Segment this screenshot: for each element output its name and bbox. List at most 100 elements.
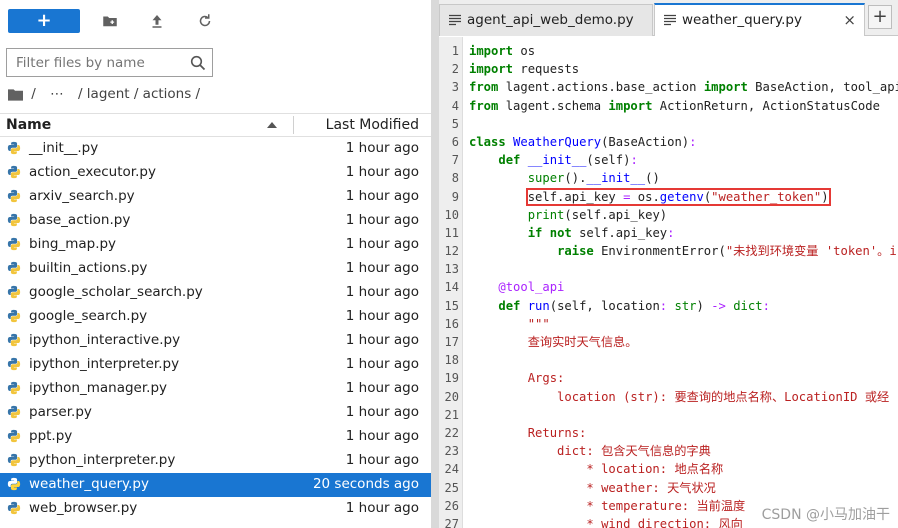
- file-row[interactable]: bing_map.py 1 hour ago: [0, 233, 431, 257]
- code-editor[interactable]: 1 import os 2 import requests 3 from lagent.a…: [439, 37, 898, 528]
- code-text: * weather: 天气状况: [469, 480, 716, 495]
- python-file-icon: [7, 165, 21, 179]
- file-modified: 1 hour ago: [345, 164, 419, 180]
- tab-label: agent_api_web_demo.py: [467, 12, 634, 28]
- file-row[interactable]: __init__.py 1 hour ago: [0, 137, 431, 161]
- line-number: 10: [444, 207, 459, 222]
- file-row[interactable]: google_scholar_search.py 1 hour ago: [0, 281, 431, 305]
- line-number: 25: [444, 480, 459, 495]
- column-divider[interactable]: [293, 116, 294, 134]
- file-modified: 1 hour ago: [345, 188, 419, 204]
- column-header-last-modified[interactable]: Last Modified: [326, 117, 419, 133]
- line-number: 6: [451, 134, 459, 149]
- file-name: ipython_interpreter.py: [29, 356, 180, 372]
- code-line: 8 super().__init__(): [439, 169, 898, 187]
- file-modified: 1 hour ago: [345, 332, 419, 348]
- code-line: 22 Returns:: [439, 424, 898, 442]
- code-text: from lagent.actions.base_action import B…: [469, 80, 898, 95]
- file-list: __init__.py 1 hour ago action_executor.py 1…: [0, 137, 431, 521]
- panel-splitter[interactable]: [431, 0, 439, 528]
- file-filter-input[interactable]: [7, 49, 183, 76]
- file-modified: 1 hour ago: [345, 308, 419, 324]
- column-header-name[interactable]: Name: [6, 117, 51, 133]
- add-tab-button[interactable]: +: [868, 5, 892, 29]
- python-file-icon: [7, 309, 21, 323]
- file-row[interactable]: ipython_manager.py 1 hour ago: [0, 377, 431, 401]
- file-row[interactable]: base_action.py 1 hour ago: [0, 209, 431, 233]
- code-text: * wind_direction: 风向: [469, 516, 743, 528]
- editor-panel: agent_api_web_demo.py weather_query.py ×…: [439, 0, 898, 528]
- file-row[interactable]: weather_query.py 20 seconds ago: [0, 473, 431, 497]
- code-line: 19 Args:: [439, 369, 898, 387]
- file-modified: 1 hour ago: [345, 428, 419, 444]
- file-row[interactable]: builtin_actions.py 1 hour ago: [0, 257, 431, 281]
- python-file-icon: [7, 237, 21, 251]
- new-folder-icon[interactable]: [101, 12, 119, 30]
- line-number: 18: [444, 353, 459, 368]
- code-text: @tool_api: [498, 280, 565, 295]
- tab-label: weather_query.py: [682, 12, 802, 28]
- python-file-icon: [7, 285, 21, 299]
- file-row[interactable]: arxiv_search.py 1 hour ago: [0, 185, 431, 209]
- python-file-icon: [7, 453, 21, 467]
- line-number: 4: [451, 98, 459, 113]
- file-list-header: Name Last Modified: [0, 113, 431, 137]
- code-line: 13: [439, 260, 898, 278]
- editor-tab-bar: agent_api_web_demo.py weather_query.py ×…: [439, 0, 898, 36]
- line-number: 7: [451, 153, 459, 168]
- line-number: 9: [451, 189, 459, 204]
- refresh-icon[interactable]: [196, 12, 214, 30]
- sort-ascending-icon: [267, 122, 277, 128]
- breadcrumb: / ⋯ / lagent / actions /: [8, 86, 200, 104]
- file-row[interactable]: python_interpreter.py 1 hour ago: [0, 449, 431, 473]
- code-line: 23 dict: 包含天气信息的字典: [439, 442, 898, 460]
- tab-weather-query[interactable]: weather_query.py ×: [654, 3, 865, 36]
- code-text: def __init__(self):: [498, 153, 638, 168]
- line-number: 27: [444, 516, 459, 528]
- folder-icon[interactable]: [8, 88, 23, 101]
- breadcrumb-ellipsis[interactable]: ⋯: [50, 86, 64, 102]
- code-line: 21: [439, 406, 898, 424]
- highlighted-code: self.api_key = os.getenv("weather_token"…: [525, 187, 831, 206]
- file-modified: 1 hour ago: [345, 236, 419, 252]
- python-file-icon: [7, 501, 21, 515]
- file-row[interactable]: google_search.py 1 hour ago: [0, 305, 431, 329]
- python-file-icon: [7, 477, 21, 491]
- line-number: 13: [444, 262, 459, 277]
- file-row[interactable]: parser.py 1 hour ago: [0, 401, 431, 425]
- breadcrumb-root-separator: /: [31, 86, 36, 102]
- text-file-icon: [449, 14, 461, 26]
- file-row[interactable]: ipython_interactive.py 1 hour ago: [0, 329, 431, 353]
- file-name: ppt.py: [29, 428, 73, 444]
- python-file-icon: [7, 381, 21, 395]
- line-number: 14: [444, 280, 459, 295]
- file-modified: 1 hour ago: [345, 260, 419, 276]
- file-name: python_interpreter.py: [29, 452, 176, 468]
- close-icon[interactable]: ×: [843, 11, 856, 29]
- upload-icon[interactable]: [148, 12, 166, 30]
- code-lines: 1 import os 2 import requests 3 from lagent.a…: [439, 42, 898, 528]
- file-row[interactable]: ipython_interpreter.py 1 hour ago: [0, 353, 431, 377]
- breadcrumb-path[interactable]: / lagent / actions /: [78, 86, 200, 102]
- code-text: dict: 包含天气信息的字典: [469, 444, 711, 459]
- file-filter-field: [6, 48, 213, 77]
- file-modified: 1 hour ago: [345, 500, 419, 516]
- file-row[interactable]: ppt.py 1 hour ago: [0, 425, 431, 449]
- code-line: 15 def run(self, location: str) -> dict:: [439, 297, 898, 315]
- file-modified: 1 hour ago: [345, 452, 419, 468]
- file-name: google_search.py: [29, 308, 148, 324]
- file-row[interactable]: action_executor.py 1 hour ago: [0, 161, 431, 185]
- code-line: 18: [439, 351, 898, 369]
- line-number: 8: [451, 171, 459, 186]
- tab-agent-api-web-demo[interactable]: agent_api_web_demo.py: [439, 4, 653, 36]
- code-line: 10 print(self.api_key): [439, 206, 898, 224]
- text-file-icon: [664, 14, 676, 26]
- watermark: CSDN @小马加油干: [759, 504, 892, 524]
- code-line: 2 import requests: [439, 60, 898, 78]
- code-line: 12 raise EnvironmentError("未找到环境变量 'toke…: [439, 242, 898, 260]
- code-text: import requests: [469, 62, 580, 77]
- file-row[interactable]: web_browser.py 1 hour ago: [0, 497, 431, 521]
- code-text: """: [469, 316, 550, 331]
- new-launcher-button[interactable]: +: [8, 9, 80, 33]
- code-line: 25 * weather: 天气状况: [439, 479, 898, 497]
